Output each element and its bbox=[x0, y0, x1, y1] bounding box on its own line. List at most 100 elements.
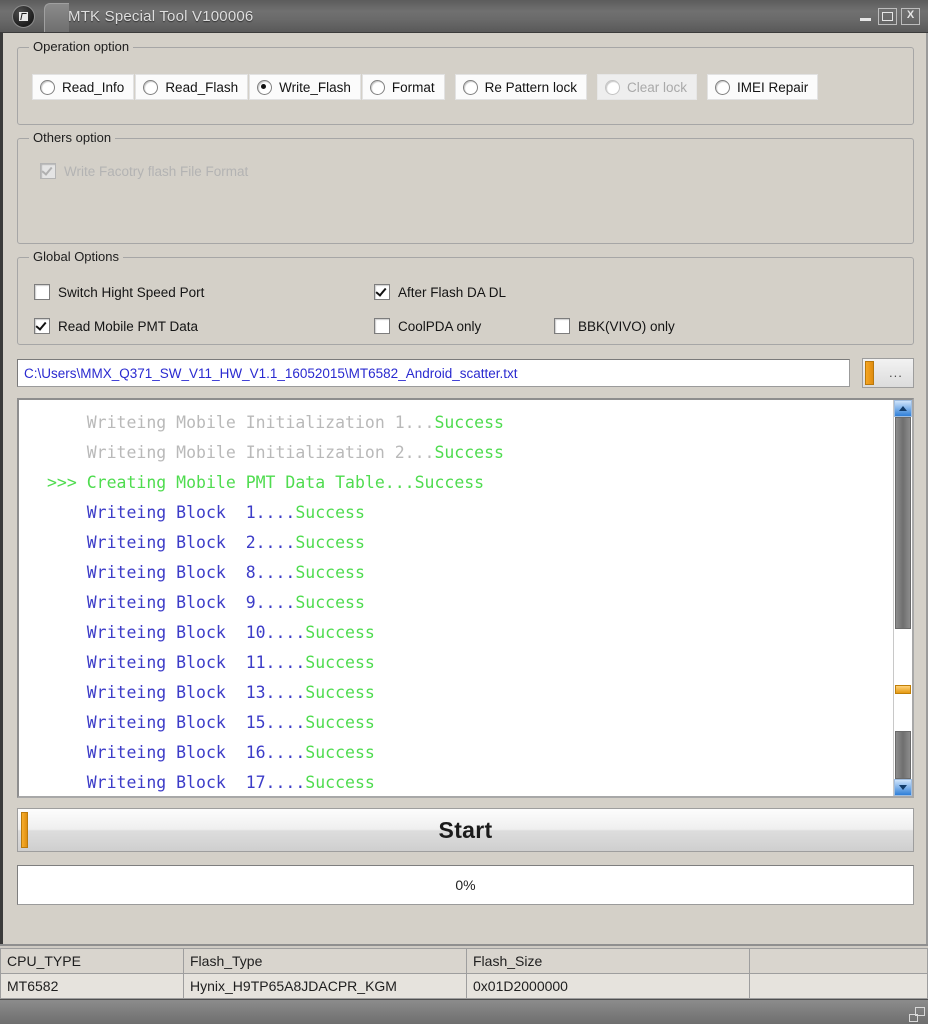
checkbox-after-flash-da-dl[interactable]: After Flash DA DL bbox=[374, 284, 554, 300]
log-line-status: Success bbox=[305, 743, 375, 762]
radio-circle-selected-icon bbox=[257, 79, 273, 95]
start-button-label: Start bbox=[438, 816, 493, 843]
log-line-text: Writeing Block 15.... bbox=[86, 713, 306, 732]
log-line-status: Success bbox=[295, 563, 365, 582]
browse-button-label: ... bbox=[889, 365, 903, 380]
radio-circle-icon bbox=[714, 79, 730, 95]
operation-radio-row: Read_Info Read_Flash Write_Flash Format bbox=[18, 48, 913, 100]
log-line: Writeing Block 11....Success bbox=[47, 648, 893, 678]
scrollbar-track[interactable] bbox=[894, 417, 912, 779]
log-line-prefix bbox=[47, 683, 87, 702]
checkbox-coolpda-only[interactable]: CoolPDA only bbox=[374, 318, 554, 334]
log-line-status: Success bbox=[305, 683, 375, 702]
log-line-text: Writeing Block 9.... bbox=[86, 593, 296, 612]
checkbox-checked-icon bbox=[40, 163, 56, 179]
device-info-table: CPU_TYPE Flash_Type Flash_Size MT6582 Hy… bbox=[0, 948, 928, 999]
others-option-group: Others option Write Facotry flash File F… bbox=[17, 130, 914, 244]
radio-write-flash[interactable]: Write_Flash bbox=[249, 74, 361, 100]
radio-label: Format bbox=[391, 79, 435, 95]
checkbox-write-factory-flash-file-format: Write Facotry flash File Format bbox=[40, 163, 913, 179]
cell-blank bbox=[749, 973, 928, 999]
log-line-text: Writeing Mobile Initialization 1... bbox=[86, 413, 435, 432]
app-icon-glyph bbox=[18, 11, 28, 21]
checkbox-label: Read Mobile PMT Data bbox=[58, 318, 199, 334]
log-line: Writeing Block 8....Success bbox=[47, 558, 893, 588]
log-line-status: Success bbox=[305, 653, 375, 672]
log-line-text: Writeing Block 13.... bbox=[86, 683, 306, 702]
log-line-text: Writeing Block 11.... bbox=[86, 653, 306, 672]
radio-circle-icon bbox=[40, 79, 55, 95]
checkbox-label: Write Facotry flash File Format bbox=[64, 163, 249, 179]
log-line-status: Success bbox=[305, 623, 375, 642]
others-option-body: Write Facotry flash File Format bbox=[18, 139, 913, 179]
scatter-path-row: C:\Users\MMX_Q371_SW_V11_HW_V1.1_1605201… bbox=[17, 358, 914, 388]
radio-label: Read_Info bbox=[62, 79, 125, 95]
checkbox-label: Switch Hight Speed Port bbox=[58, 284, 205, 300]
log-line-status: Success bbox=[305, 773, 375, 792]
radio-label: Write_Flash bbox=[279, 79, 351, 95]
log-line-status: Success bbox=[295, 593, 365, 612]
radio-read-flash[interactable]: Read_Flash bbox=[135, 74, 249, 100]
log-line: Writeing Block 16....Success bbox=[47, 738, 893, 768]
log-line-text: Writeing Block 17.... bbox=[86, 773, 306, 792]
radio-label: Clear lock bbox=[626, 79, 687, 95]
log-line-status: Success bbox=[434, 413, 504, 432]
log-line-prefix: >>> bbox=[47, 473, 87, 492]
checkbox-read-mobile-pmt-data[interactable]: Read Mobile PMT Data bbox=[34, 318, 374, 334]
log-line-text: Writeing Block 1.... bbox=[86, 503, 296, 522]
scroll-up-arrow-icon[interactable] bbox=[894, 400, 912, 417]
maximize-button[interactable] bbox=[878, 7, 897, 25]
window-title: MTK Special Tool V100006 bbox=[68, 7, 254, 25]
log-output: Writeing Mobile Initialization 1...Succe… bbox=[19, 400, 893, 796]
log-line-prefix bbox=[47, 773, 87, 792]
log-line: Writeing Block 2....Success bbox=[47, 528, 893, 558]
global-options-row-2: Read Mobile PMT Data CoolPDA only BBK(VI… bbox=[34, 314, 913, 338]
radio-circle-icon bbox=[462, 79, 478, 95]
scrollbar-thumb[interactable] bbox=[895, 417, 911, 629]
checkbox-bbk-vivo-only[interactable]: BBK(VIVO) only bbox=[554, 318, 734, 334]
radio-read-info[interactable]: Read_Info bbox=[32, 74, 135, 100]
column-header-flash-type: Flash_Type bbox=[183, 948, 467, 974]
log-line-text: Writeing Block 2.... bbox=[86, 533, 296, 552]
log-line-status: Success bbox=[305, 713, 375, 732]
status-bar bbox=[0, 999, 928, 1024]
scatter-path-input[interactable]: C:\Users\MMX_Q371_SW_V11_HW_V1.1_1605201… bbox=[17, 359, 850, 387]
radio-re-pattern-lock[interactable]: Re Pattern lock bbox=[454, 74, 587, 100]
log-line-status: Success bbox=[295, 533, 365, 552]
log-console: Writeing Mobile Initialization 1...Succe… bbox=[17, 398, 914, 798]
resize-grip-icon[interactable] bbox=[909, 1006, 925, 1022]
log-line-prefix bbox=[47, 503, 87, 522]
radio-circle-icon bbox=[143, 79, 159, 95]
checkbox-switch-hight-speed-port[interactable]: Switch Hight Speed Port bbox=[34, 284, 374, 300]
scroll-down-arrow-icon[interactable] bbox=[894, 779, 912, 796]
log-line: Writeing Block 13....Success bbox=[47, 678, 893, 708]
log-line: Writeing Block 9....Success bbox=[47, 588, 893, 618]
app-icon-box bbox=[0, 0, 46, 32]
minimize-button[interactable] bbox=[857, 9, 874, 24]
log-line-prefix bbox=[47, 653, 87, 672]
log-line-prefix bbox=[47, 713, 87, 732]
checkbox-checked-icon bbox=[374, 284, 390, 300]
mtk-special-tool-window: MTK Special Tool V100006 X Operation opt… bbox=[0, 0, 928, 1024]
start-button-strip bbox=[21, 812, 28, 848]
checkbox-label: BBK(VIVO) only bbox=[578, 318, 675, 334]
radio-imei-repair[interactable]: IMEI Repair bbox=[706, 74, 819, 100]
log-line-text: Writeing Block 16.... bbox=[86, 743, 306, 762]
radio-format[interactable]: Format bbox=[361, 74, 445, 100]
start-button[interactable]: Start bbox=[17, 808, 914, 852]
client-area: Operation option Read_Info Read_Flash Wr… bbox=[0, 33, 928, 944]
log-line-text: Creating Mobile PMT Data Table... bbox=[86, 473, 415, 492]
global-options-row-1: Switch Hight Speed Port After Flash DA D… bbox=[34, 280, 913, 304]
table-header-row: CPU_TYPE Flash_Type Flash_Size bbox=[0, 948, 928, 974]
log-line: Writeing Block 15....Success bbox=[47, 708, 893, 738]
log-line-prefix bbox=[47, 563, 87, 582]
scrollbar-thumb-lower[interactable] bbox=[895, 731, 911, 779]
log-line-status: Success bbox=[295, 503, 365, 522]
log-scrollbar[interactable] bbox=[893, 400, 912, 796]
browse-button[interactable]: ... bbox=[862, 358, 914, 388]
close-button[interactable]: X bbox=[901, 7, 920, 25]
table-row[interactable]: MT6582 Hynix_H9TP65A8JDACPR_KGM 0x01D200… bbox=[0, 973, 928, 999]
log-line: Writeing Block 10....Success bbox=[47, 618, 893, 648]
scrollbar-marker bbox=[895, 685, 911, 694]
log-line-status: Success bbox=[414, 473, 485, 492]
